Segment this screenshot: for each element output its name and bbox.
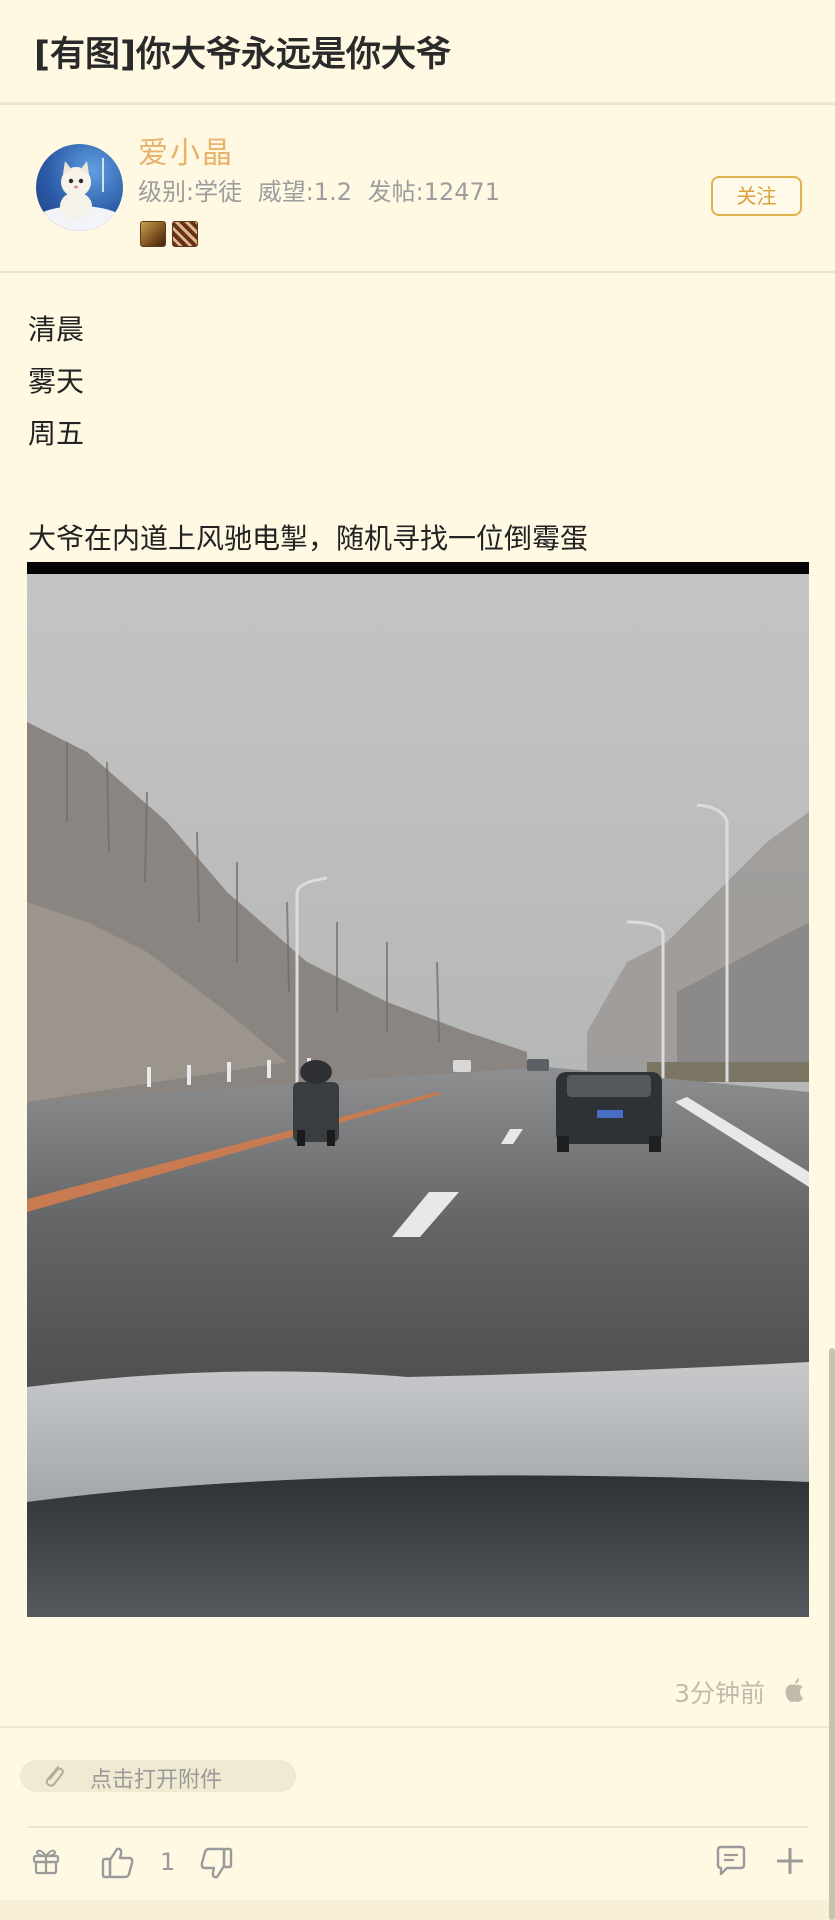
plus-icon[interactable]: [774, 1845, 806, 1877]
bottom-strip: [0, 1900, 835, 1920]
author-badges: [140, 221, 198, 247]
post-text-line: 大爷在内道上风驰电掣，随机寻找一位倒霉蛋: [28, 522, 589, 555]
divider: [0, 1726, 835, 1728]
paperclip-icon: [45, 1766, 64, 1787]
gift-icon[interactable]: [30, 1844, 62, 1876]
attachment-label: 点击打开附件: [90, 1768, 223, 1793]
badge-icon[interactable]: [172, 221, 198, 247]
open-attachment-button[interactable]: 点击打开附件: [20, 1760, 296, 1793]
follow-button[interactable]: 关注: [711, 176, 802, 216]
badge-icon[interactable]: [140, 221, 166, 247]
author-post-count: 发帖:12471: [367, 178, 501, 206]
avatar-image: [36, 158, 123, 231]
avatar[interactable]: [36, 144, 123, 231]
author-meta: 级别:学徒 威望:1.2 发帖:12471: [138, 172, 508, 207]
post-text-line: 周五: [28, 417, 85, 450]
author-level: 级别:学徒: [138, 178, 243, 206]
divider: [28, 1826, 808, 1828]
comment-icon[interactable]: [714, 1844, 748, 1878]
post-text-line: 清晨: [28, 313, 85, 346]
post-time: 3分钟前: [674, 1679, 765, 1708]
title-bar: [有图]你大爷永远是你大爷: [0, 0, 835, 105]
post-text-line: 雾天: [28, 365, 85, 398]
post-image[interactable]: [27, 562, 809, 1617]
thumbs-down-icon[interactable]: [198, 1846, 234, 1882]
apple-icon: [785, 1678, 803, 1703]
author-block: 爱小晶 级别:学徒 威望:1.2 发帖:12471 关注: [0, 108, 835, 273]
author-prestige: 威望:1.2: [257, 178, 352, 206]
road-photo: [27, 562, 809, 1617]
author-name[interactable]: 爱小晶: [138, 128, 234, 172]
like-count: 1: [160, 1848, 176, 1876]
thumbs-up-icon[interactable]: [100, 1844, 136, 1880]
scrollbar[interactable]: [829, 1348, 835, 1920]
page-title: [有图]你大爷永远是你大爷: [34, 35, 451, 75]
